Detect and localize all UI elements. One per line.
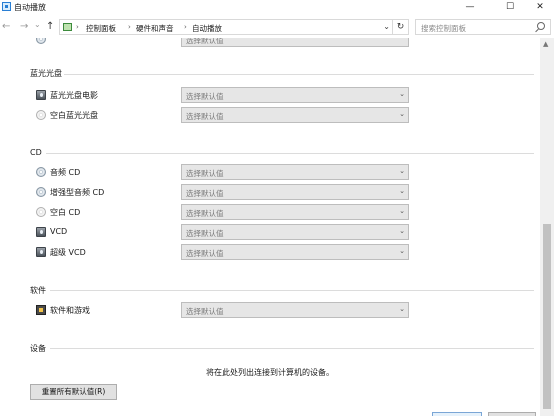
section-divider xyxy=(46,153,534,154)
window-title: 自动播放 xyxy=(14,3,46,12)
section-header-devices: 设备 xyxy=(30,344,46,353)
address-dropdown-icon[interactable]: ⌄ xyxy=(383,22,390,31)
media-type-label: 蓝光光盘电影 xyxy=(50,91,98,100)
up-arrow-icon[interactable]: ↑ xyxy=(46,21,54,32)
media-type-label: 音频 CD xyxy=(50,168,81,177)
media-type-label: VCD xyxy=(50,227,68,236)
media-type-label: 空白 CD xyxy=(50,208,81,217)
chevron-down-icon: ⌄ xyxy=(399,305,405,313)
default-action-select[interactable]: 选择默认值 ⌄ xyxy=(181,224,409,240)
enhanced-audio-cd-icon xyxy=(36,187,46,197)
default-action-select[interactable]: 选择默认值 ⌄ xyxy=(181,184,409,200)
breadcrumb-autoplay[interactable]: 自动播放 xyxy=(192,23,222,34)
chevron-right-icon: › xyxy=(184,23,187,31)
section-divider xyxy=(64,74,534,75)
breadcrumb-hardware-sound[interactable]: 硬件和声音 xyxy=(136,23,174,34)
list-item: 空白 CD 选择默认值 ⌄ xyxy=(36,204,410,221)
close-button[interactable]: ✕ xyxy=(526,0,554,16)
vertical-scrollbar[interactable]: ▲ xyxy=(540,38,554,416)
chevron-down-icon: ⌄ xyxy=(399,90,405,98)
disc-icon xyxy=(36,38,46,44)
default-action-select[interactable]: 选择默认值 ⌄ xyxy=(181,204,409,220)
forward-arrow-icon[interactable]: → xyxy=(20,21,28,32)
list-item: 软件和游戏 选择默认值 ⌄ xyxy=(36,302,410,319)
list-item: VCD 选择默认值 ⌄ xyxy=(36,224,410,241)
cancel-button[interactable] xyxy=(488,412,536,416)
search-icon[interactable] xyxy=(537,22,545,30)
list-item: 音频 CD 选择默认值 ⌄ xyxy=(36,164,410,181)
default-action-select[interactable]: 选择默认值 ⌄ xyxy=(181,244,409,260)
reset-defaults-button[interactable]: 重置所有默认值(R) xyxy=(30,384,117,400)
search-placeholder: 搜索控制面板 xyxy=(421,24,466,33)
section-header-cd: CD xyxy=(30,148,42,157)
blu-ray-movie-icon xyxy=(36,90,46,100)
default-action-select[interactable]: 选择默认值 ⌄ xyxy=(181,107,409,123)
save-button[interactable] xyxy=(432,412,482,416)
chevron-down-icon: ⌄ xyxy=(399,110,405,118)
section-divider xyxy=(50,348,534,349)
address-path[interactable]: › 控制面板 › 硬件和声音 › 自动播放 ⌄ xyxy=(59,19,393,35)
audio-cd-icon xyxy=(36,167,46,177)
autoplay-settings-panel: 选择默认值 蓝光光盘 蓝光光盘电影 选择默认值 ⌄ 空白蓝光光盘 选择默认值 ⌄… xyxy=(0,38,540,416)
address-bar: ← → ⌄ ↑ › 控制面板 › 硬件和声音 › 自动播放 ⌄ ↻ 搜索控制面板 xyxy=(0,17,554,37)
list-item: 蓝光光盘电影 选择默认值 ⌄ xyxy=(36,87,410,104)
list-item: 超级 VCD 选择默认值 ⌄ xyxy=(36,244,410,261)
blank-disc-icon xyxy=(36,110,46,120)
history-dropdown-icon[interactable]: ⌄ xyxy=(34,20,41,29)
back-arrow-icon[interactable]: ← xyxy=(2,21,10,32)
autoplay-app-icon xyxy=(2,2,11,11)
section-header-software: 软件 xyxy=(30,286,46,295)
default-action-select[interactable]: 选择默认值 ⌄ xyxy=(181,87,409,103)
scroll-up-icon[interactable]: ▲ xyxy=(543,40,548,48)
blank-cd-icon xyxy=(36,207,46,217)
minimize-button[interactable]: — xyxy=(456,0,484,16)
list-item: 空白蓝光光盘 选择默认值 ⌄ xyxy=(36,107,410,124)
media-type-label: 空白蓝光光盘 xyxy=(50,111,98,120)
refresh-icon[interactable]: ↻ xyxy=(393,19,409,35)
maximize-button[interactable]: ☐ xyxy=(496,0,524,16)
default-action-select[interactable]: 选择默认值 xyxy=(181,38,409,47)
chevron-down-icon: ⌄ xyxy=(399,167,405,175)
default-action-select[interactable]: 选择默认值 ⌄ xyxy=(181,164,409,180)
software-games-icon xyxy=(36,305,46,315)
chevron-down-icon: ⌄ xyxy=(399,247,405,255)
default-action-select[interactable]: 选择默认值 ⌄ xyxy=(181,302,409,318)
chevron-down-icon: ⌄ xyxy=(399,207,405,215)
svcd-icon xyxy=(36,247,46,257)
chevron-right-icon: › xyxy=(128,23,131,31)
section-header-blu-ray: 蓝光光盘 xyxy=(30,69,62,78)
title-bar: 自动播放 — ☐ ✕ xyxy=(0,0,554,16)
media-type-label: 软件和游戏 xyxy=(50,306,90,315)
vcd-icon xyxy=(36,227,46,237)
section-divider xyxy=(50,290,534,291)
search-input[interactable]: 搜索控制面板 xyxy=(415,19,551,35)
breadcrumb-control-panel[interactable]: 控制面板 xyxy=(86,23,116,34)
devices-empty-message: 将在此处列出连接到计算机的设备。 xyxy=(206,368,334,377)
media-type-label: 增强型音频 CD xyxy=(50,188,105,197)
media-type-label: 超级 VCD xyxy=(50,248,86,257)
chevron-down-icon: ⌄ xyxy=(399,187,405,195)
chevron-down-icon: ⌄ xyxy=(399,227,405,235)
control-panel-icon xyxy=(63,23,72,31)
list-item: 增强型音频 CD 选择默认值 ⌄ xyxy=(36,184,410,201)
scrollbar-thumb[interactable] xyxy=(543,224,551,409)
chevron-right-icon: › xyxy=(76,23,79,31)
list-item: 选择默认值 xyxy=(36,38,410,48)
